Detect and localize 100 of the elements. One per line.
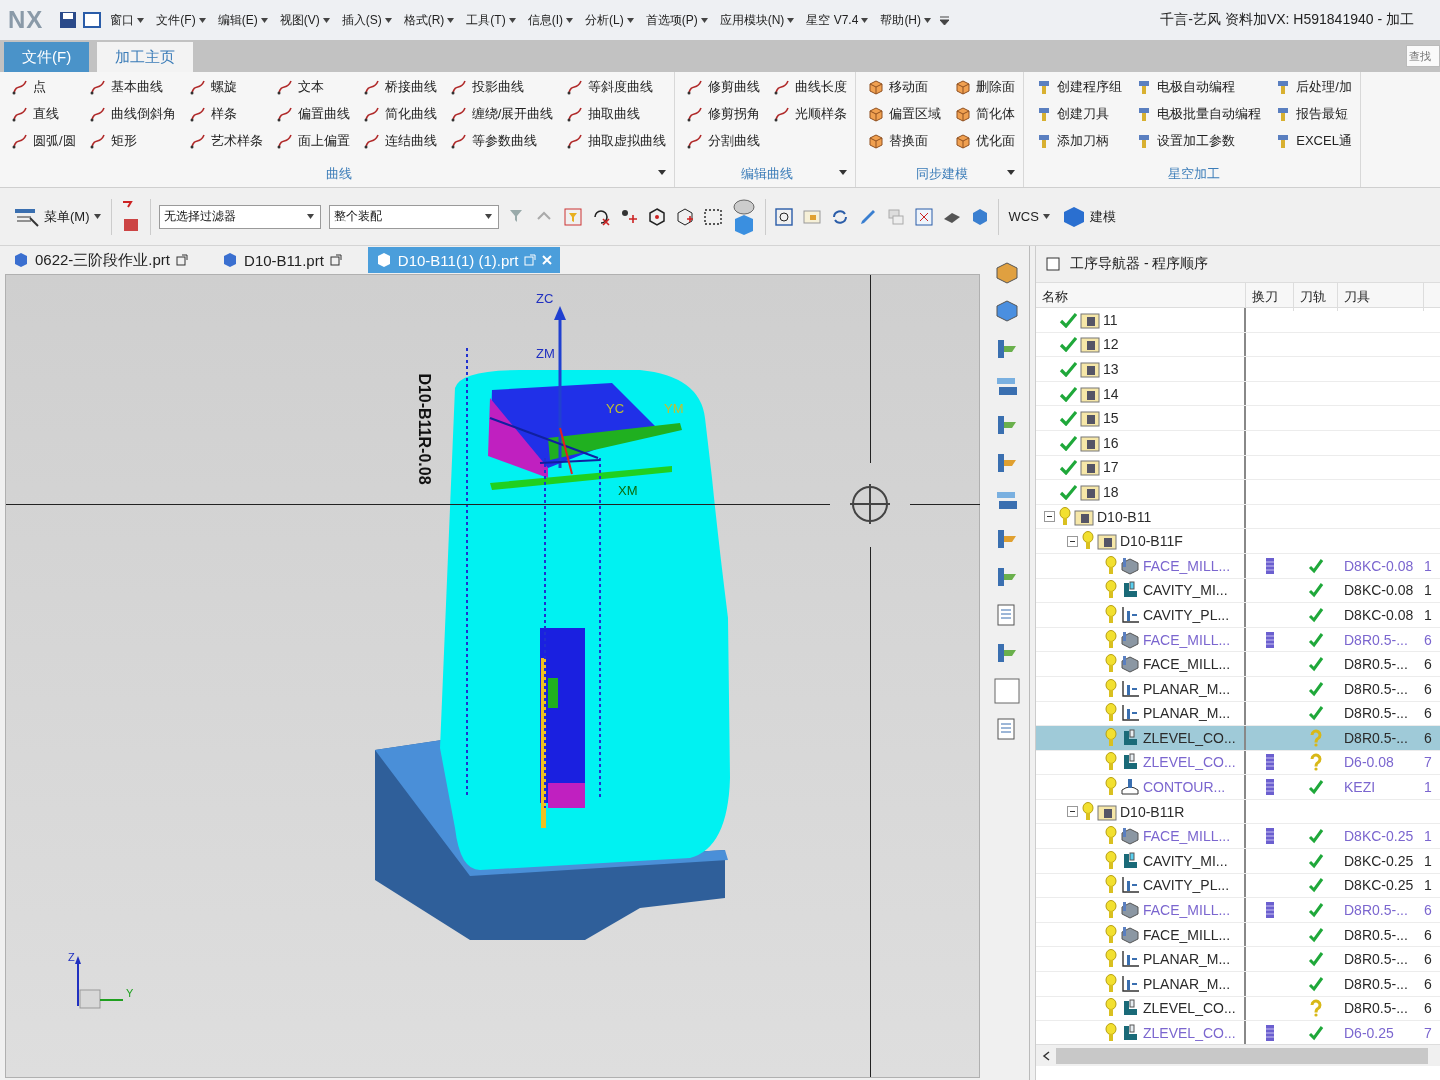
tree-row[interactable]: CAVITY_PL... D8KC-0.25 1 bbox=[1036, 873, 1440, 899]
program-name[interactable]: 12 bbox=[1103, 336, 1119, 353]
ribbon-button[interactable]: 光顺样条 bbox=[774, 103, 848, 125]
tree-row[interactable]: ZLEVEL_CO... D6-0.08 7 bbox=[1036, 750, 1440, 776]
operation-name[interactable]: PLANAR_M... bbox=[1143, 705, 1231, 722]
more-caret-icon[interactable] bbox=[658, 170, 667, 176]
ribbon-button[interactable]: 抽取曲线 bbox=[567, 103, 667, 125]
operation-name[interactable]: ZLEVEL_CO... bbox=[1143, 1025, 1236, 1041]
program-name[interactable]: D10-B11F bbox=[1120, 533, 1183, 550]
ribbon-tab[interactable]: 加工主页 bbox=[97, 42, 194, 72]
ribbon-button[interactable]: EXCEL通 bbox=[1275, 130, 1352, 152]
menu-item[interactable]: 插入(S) bbox=[338, 9, 395, 31]
tree-row[interactable]: PLANAR_M... D8R0.5-... 6 bbox=[1036, 676, 1440, 702]
ribbon-button[interactable]: 删除面 bbox=[955, 76, 1016, 98]
tree-row[interactable]: 17 bbox=[1036, 455, 1440, 481]
ribbon-button[interactable]: 直线 bbox=[12, 103, 76, 125]
tree-row[interactable]: PLANAR_M... D8R0.5-... 6 bbox=[1036, 972, 1440, 997]
tree-row[interactable]: 16 bbox=[1036, 430, 1440, 456]
ribbon-button[interactable]: 等参数曲线 bbox=[450, 130, 554, 152]
ribbon-button[interactable]: 后处理/加 bbox=[1275, 76, 1352, 98]
ribbon-button[interactable]: 简化曲线 bbox=[363, 103, 437, 125]
operation-name[interactable]: CAVITY_PL... bbox=[1143, 606, 1230, 623]
ribbon-button[interactable]: 替换面 bbox=[868, 130, 942, 152]
ribbon-button[interactable]: 分割曲线 bbox=[687, 130, 761, 152]
filter-dropdown[interactable]: 整个装配 bbox=[328, 204, 499, 229]
operation-name[interactable]: PLANAR_M... bbox=[1143, 975, 1231, 992]
tree-row[interactable]: CAVITY_MI... D8KC-0.25 1 bbox=[1036, 849, 1440, 874]
ribbon-button[interactable]: 矩形 bbox=[89, 130, 176, 152]
ribbon-button[interactable]: 偏置区域 bbox=[868, 103, 942, 125]
ribbon-button[interactable]: 创建刀具 bbox=[1036, 103, 1123, 125]
menu-item[interactable]: 首选项(P) bbox=[642, 9, 711, 31]
menu-item[interactable]: 分析(L) bbox=[582, 9, 637, 31]
program-name[interactable]: D10-B11 bbox=[1097, 508, 1152, 525]
ribbon-button[interactable]: 电极自动编程 bbox=[1136, 76, 1262, 98]
tree-row[interactable]: 11 bbox=[1036, 308, 1440, 333]
program-name[interactable]: 16 bbox=[1103, 434, 1119, 451]
ribbon-button[interactable]: 修剪曲线 bbox=[687, 76, 761, 98]
operation-name[interactable]: FACE_MILL... bbox=[1143, 557, 1231, 574]
ribbon-button[interactable]: 曲线长度 bbox=[774, 76, 848, 98]
menu-item[interactable]: 视图(V) bbox=[276, 9, 333, 31]
tree-row[interactable]: FACE_MILL... D8R0.5-... 6 bbox=[1036, 922, 1440, 948]
tree-row[interactable]: FACE_MILL... D8R0.5-... 6 bbox=[1036, 652, 1440, 677]
menu-item[interactable]: 应用模块(N) bbox=[716, 9, 798, 31]
menu-item[interactable]: 信息(I) bbox=[524, 9, 576, 31]
horizontal-scrollbar[interactable] bbox=[1036, 1044, 1440, 1066]
ribbon-button[interactable]: 添加刀柄 bbox=[1036, 130, 1123, 152]
program-name[interactable]: 11 bbox=[1103, 311, 1118, 328]
program-name[interactable]: 15 bbox=[1103, 410, 1119, 427]
tree-row[interactable]: CONTOUR... KEZI 1 bbox=[1036, 775, 1440, 800]
operation-name[interactable]: FACE_MILL... bbox=[1143, 926, 1231, 943]
more-caret-icon[interactable] bbox=[839, 170, 848, 176]
document-tab[interactable]: 0622-三阶段作业.prt bbox=[5, 247, 197, 273]
tree-row[interactable]: CAVITY_PL... D8KC-0.08 1 bbox=[1036, 603, 1440, 628]
ribbon-button[interactable]: 缠绕/展开曲线 bbox=[450, 103, 554, 125]
ribbon-button[interactable]: 设置加工参数 bbox=[1136, 130, 1262, 152]
ribbon-button[interactable]: 偏置曲线 bbox=[276, 103, 350, 125]
operation-name[interactable]: FACE_MILL... bbox=[1143, 828, 1231, 845]
ribbon-button[interactable]: 圆弧/圆 bbox=[12, 130, 76, 152]
ribbon-button[interactable]: 简化体 bbox=[955, 103, 1016, 125]
operation-name[interactable]: CAVITY_MI... bbox=[1143, 852, 1228, 869]
program-name[interactable]: 13 bbox=[1103, 361, 1119, 377]
tree-row[interactable]: D10-B11R bbox=[1036, 799, 1440, 825]
graphics-viewport[interactable]: D10-B11R-0.08 ZC ZM YC YM XM Z Y bbox=[5, 274, 980, 1078]
tree-row[interactable]: 13 bbox=[1036, 357, 1440, 382]
operation-name[interactable]: CONTOUR... bbox=[1143, 779, 1226, 796]
ribbon-button[interactable]: 等斜度曲线 bbox=[567, 76, 667, 98]
ribbon-button[interactable]: 样条 bbox=[189, 103, 263, 125]
operation-name[interactable]: FACE_MILL... bbox=[1143, 631, 1231, 648]
ribbon-button[interactable]: 螺旋 bbox=[189, 76, 263, 98]
operation-name[interactable]: CAVITY_MI... bbox=[1143, 582, 1228, 599]
operation-name[interactable]: ZLEVEL_CO... bbox=[1143, 729, 1236, 746]
tree-row[interactable]: ZLEVEL_CO... D8R0.5-... 6 bbox=[1036, 726, 1440, 751]
operation-name[interactable]: CAVITY_PL... bbox=[1143, 877, 1230, 894]
operation-name[interactable]: FACE_MILL... bbox=[1143, 656, 1231, 673]
column-header[interactable]: 名称 bbox=[1036, 283, 1246, 311]
ribbon-button[interactable]: 创建程序组 bbox=[1036, 76, 1123, 98]
menu-item[interactable]: 格式(R) bbox=[400, 9, 458, 31]
tree-row[interactable]: 15 bbox=[1036, 406, 1440, 431]
wcs-button[interactable]: WCS bbox=[1006, 207, 1052, 226]
filter-dropdown[interactable]: 无选择过滤器 bbox=[158, 204, 321, 229]
tree-row[interactable]: FACE_MILL... D8KC-0.08 1 bbox=[1036, 553, 1440, 579]
ribbon-button[interactable]: 基本曲线 bbox=[89, 76, 176, 98]
tree-row[interactable]: ZLEVEL_CO... D8R0.5-... 6 bbox=[1036, 996, 1440, 1022]
ribbon-button[interactable]: 电极批量自动编程 bbox=[1136, 103, 1262, 125]
program-name[interactable]: 17 bbox=[1103, 459, 1119, 476]
ribbon-button[interactable]: 优化面 bbox=[955, 130, 1016, 152]
ribbon-button[interactable]: 连结曲线 bbox=[363, 130, 437, 152]
column-header[interactable]: 换刀 bbox=[1246, 283, 1294, 311]
ribbon-button[interactable]: 面上偏置 bbox=[276, 130, 350, 152]
more-caret-icon[interactable] bbox=[1007, 170, 1016, 176]
ribbon-button[interactable]: 抽取虚拟曲线 bbox=[567, 130, 667, 152]
ribbon-button[interactable]: 点 bbox=[12, 76, 76, 98]
tree-row[interactable]: D10-B11F bbox=[1036, 529, 1440, 554]
tree-row[interactable]: D10-B11 bbox=[1036, 504, 1440, 530]
ribbon-button[interactable]: 修剪拐角 bbox=[687, 103, 761, 125]
menu-item[interactable]: 文件(F) bbox=[153, 9, 209, 31]
modeling-button[interactable]: 建模 bbox=[1059, 202, 1118, 231]
document-tab[interactable]: D10-B11.prt bbox=[214, 247, 350, 273]
program-name[interactable]: D10-B11R bbox=[1120, 803, 1185, 820]
operation-name[interactable]: FACE_MILL... bbox=[1143, 902, 1231, 919]
